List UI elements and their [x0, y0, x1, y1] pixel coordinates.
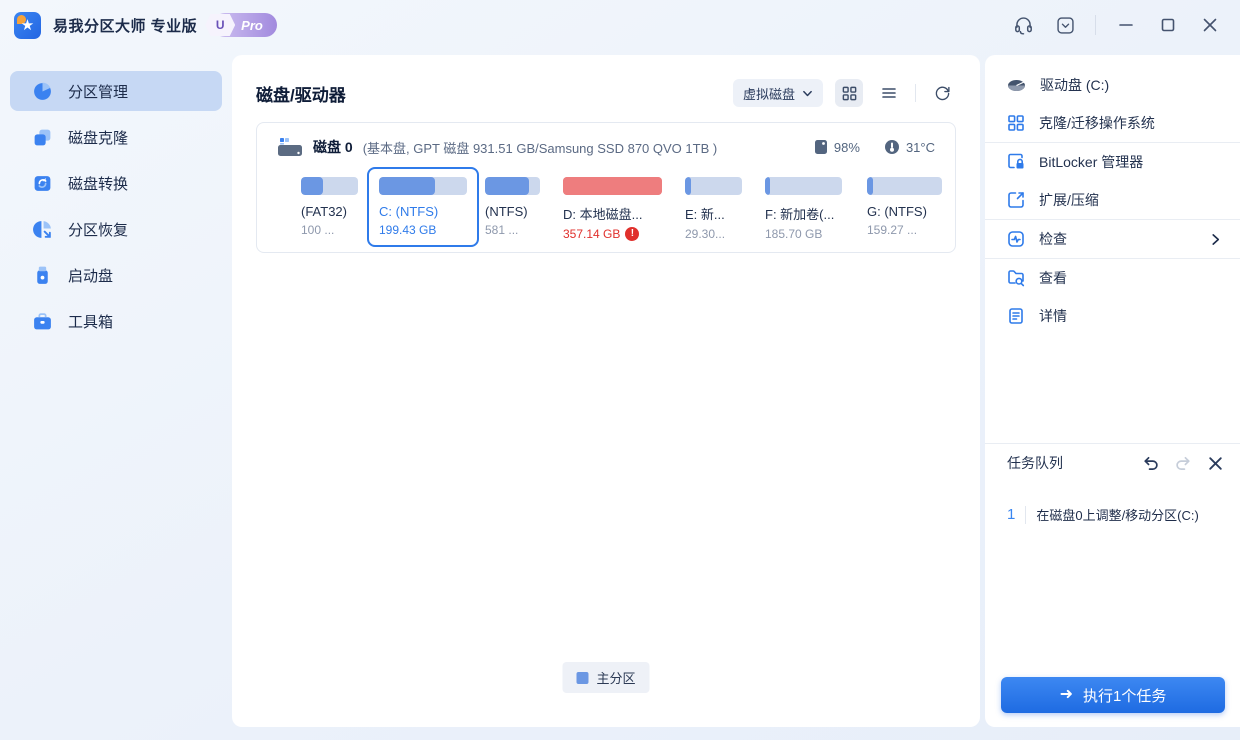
- task-number: 1: [1007, 506, 1016, 523]
- titlebar-separator: [1095, 15, 1096, 35]
- window-menu-icon[interactable]: [1053, 13, 1077, 37]
- app-logo-star-icon: ★: [14, 11, 41, 39]
- thermometer-icon: [884, 140, 899, 154]
- list-view-icon[interactable]: [875, 79, 903, 107]
- clone-migrate-os-icon: [1008, 115, 1024, 131]
- legend-primary-partition: 主分区: [562, 662, 650, 693]
- bitlocker-lock-icon: [1008, 153, 1024, 169]
- chevron-down-icon: [803, 90, 812, 96]
- action-drive-c[interactable]: 驱动盘 (C:): [985, 66, 1240, 104]
- task-separator: [1025, 505, 1027, 524]
- sidebar-item-disk-clone[interactable]: 磁盘克隆: [10, 117, 222, 157]
- action-resize[interactable]: 扩展/压缩: [985, 181, 1240, 219]
- sidebar-item-partition-manage[interactable]: 分区管理: [10, 71, 222, 111]
- disk-0-card[interactable]: 磁盘 0 (基本盘, GPT 磁盘 931.51 GB/Samsung SSD …: [256, 122, 956, 253]
- sidebar-item-label: 磁盘转换: [68, 175, 129, 193]
- header-separator: [915, 84, 916, 102]
- sidebar-item-label: 启动盘: [68, 267, 114, 285]
- toolbox-icon: [34, 312, 51, 329]
- page-title: 磁盘/驱动器: [256, 85, 346, 105]
- boot-disk-usb-icon: [37, 266, 48, 284]
- partition-ntfs[interactable]: (NTFS) 581 ...: [485, 177, 540, 237]
- action-view[interactable]: 查看: [985, 259, 1240, 297]
- partition-recovery-icon: [33, 220, 51, 238]
- chevron-right-icon: [1212, 233, 1220, 245]
- pro-emblem-icon: U: [205, 14, 236, 36]
- sidebar-item-label: 磁盘克隆: [68, 129, 129, 147]
- hard-disk-icon: [277, 136, 303, 158]
- view-explore-icon: [1008, 270, 1025, 287]
- drive-disk-icon: [1008, 79, 1025, 91]
- task-label: 在磁盘0上调整/移动分区(C:): [1036, 508, 1199, 523]
- sidebar-item-toolbox[interactable]: 工具箱: [10, 301, 222, 341]
- left-sidebar: 分区管理 磁盘克隆 磁盘转换 分区恢复 启动盘 工具箱: [0, 50, 232, 740]
- details-document-icon: [1009, 308, 1023, 324]
- sidebar-item-label: 分区恢复: [68, 221, 129, 239]
- partition-f[interactable]: F: 新加卷(... 185.70 GB: [765, 177, 842, 241]
- partition-manage-pie-icon: [34, 82, 51, 100]
- close-icon[interactable]: [1198, 13, 1222, 37]
- grid-view-icon[interactable]: [835, 79, 863, 107]
- close-panel-icon[interactable]: [1207, 455, 1224, 472]
- action-clone-migrate-os[interactable]: 克隆/迁移操作系统: [985, 104, 1240, 142]
- warning-icon: !: [625, 227, 640, 241]
- disk-details: (基本盘, GPT 磁盘 931.51 GB/Samsung SSD 870 Q…: [362, 140, 718, 156]
- task-queue-title: 任务队列: [1007, 455, 1063, 471]
- check-health-icon: [1008, 231, 1024, 247]
- disk-clone-icon: [34, 129, 51, 145]
- partition-c-ntfs[interactable]: C: (NTFS) 199.43 GB: [367, 167, 479, 247]
- headset-support-icon[interactable]: [1011, 13, 1035, 37]
- minimize-icon[interactable]: [1114, 13, 1138, 37]
- action-details[interactable]: 详情: [985, 297, 1240, 335]
- disk-health-icon: [814, 140, 827, 154]
- partition-d-local[interactable]: D: 本地磁盘... 357.14 GB!: [563, 177, 662, 241]
- app-title: 易我分区大师 专业版: [53, 17, 198, 35]
- disk-name: 磁盘 0: [313, 139, 353, 155]
- right-action-panel: 驱动盘 (C:) 克隆/迁移操作系统 BitLocker 管理器 扩展/压缩 检…: [985, 55, 1240, 727]
- sidebar-item-boot-disk[interactable]: 启动盘: [10, 255, 222, 295]
- disk-health: 98%: [814, 139, 860, 155]
- sidebar-item-label: 分区管理: [68, 83, 129, 101]
- redo-icon[interactable]: [1174, 454, 1193, 473]
- pro-badge[interactable]: U Pro: [205, 13, 277, 37]
- task-queue-divider: [985, 443, 1240, 444]
- undo-icon[interactable]: [1141, 454, 1160, 473]
- virtual-disk-dropdown[interactable]: 虚拟磁盘: [732, 79, 823, 107]
- arrow-right-icon: ➜: [1059, 686, 1074, 703]
- partition-fat32[interactable]: (FAT32) 100 ...: [301, 177, 358, 237]
- primary-partition-color-swatch: [576, 671, 589, 684]
- sidebar-item-partition-recovery[interactable]: 分区恢复: [10, 209, 222, 249]
- disk-convert-icon: [34, 175, 51, 191]
- action-bitlocker-manager[interactable]: BitLocker 管理器: [985, 143, 1240, 181]
- disk-temperature: 31°C: [884, 139, 935, 155]
- sidebar-item-label: 工具箱: [68, 313, 114, 331]
- main-content: 磁盘/驱动器 虚拟磁盘 磁盘 0 (基本盘, GPT 磁盘 931.51 GB/…: [232, 55, 980, 727]
- virtual-disk-dropdown-label: 虚拟磁盘: [742, 86, 795, 102]
- resize-expand-icon: [1008, 192, 1024, 208]
- execute-tasks-button[interactable]: ➜ 执行1个任务: [1001, 677, 1225, 713]
- maximize-icon[interactable]: [1156, 13, 1180, 37]
- pro-badge-label: Pro: [241, 17, 263, 33]
- titlebar: ★ 易我分区大师 专业版 U Pro: [0, 0, 1240, 50]
- sidebar-item-disk-convert[interactable]: 磁盘转换: [10, 163, 222, 203]
- action-check[interactable]: 检查: [985, 220, 1240, 258]
- partition-g[interactable]: G: (NTFS) 159.27 ...: [867, 177, 942, 237]
- refresh-icon[interactable]: [928, 79, 956, 107]
- partition-e[interactable]: E: 新... 29.30...: [685, 177, 742, 241]
- task-queue-item[interactable]: 1 在磁盘0上调整/移动分区(C:): [1007, 505, 1228, 524]
